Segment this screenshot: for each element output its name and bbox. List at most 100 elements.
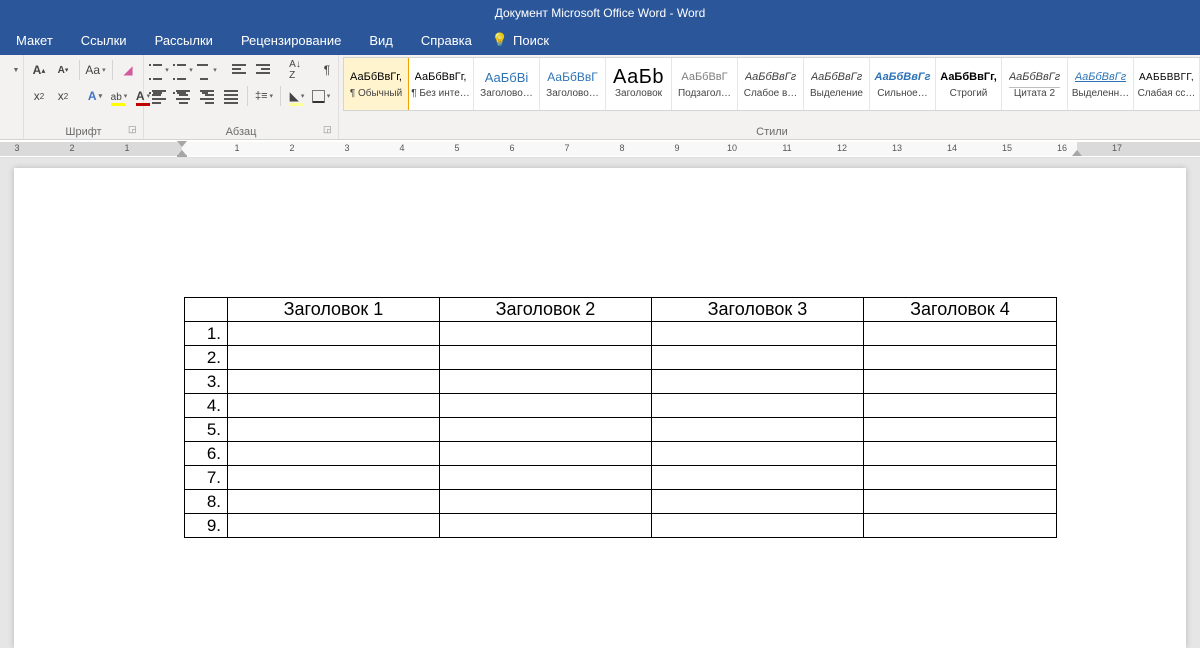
superscript-button[interactable]: x2 <box>52 85 74 107</box>
table-cell[interactable] <box>440 370 652 394</box>
tab-references[interactable]: Ссылки <box>67 25 141 55</box>
tab-help[interactable]: Справка <box>407 25 486 55</box>
table-cell[interactable] <box>652 466 864 490</box>
table-row[interactable]: 8. <box>185 490 1057 514</box>
table-row[interactable]: 2. <box>185 346 1057 370</box>
table-cell[interactable] <box>228 442 440 466</box>
style-item-10[interactable]: АаБбВвГгЦитата 2 <box>1002 58 1068 110</box>
table-cell[interactable] <box>228 514 440 538</box>
table-cell[interactable] <box>652 418 864 442</box>
row-number-cell[interactable]: 2. <box>185 346 228 370</box>
align-center-button[interactable] <box>172 85 194 107</box>
line-spacing-button[interactable]: ‡≡▾ <box>253 85 275 107</box>
align-right-button[interactable] <box>196 85 218 107</box>
table-row[interactable]: 1. <box>185 322 1057 346</box>
table-cell[interactable] <box>652 370 864 394</box>
bullets-button[interactable]: ▾ <box>148 59 170 81</box>
table-header-cell[interactable]: Заголовок 2 <box>440 298 652 322</box>
table-cell[interactable] <box>228 466 440 490</box>
table-header-cell[interactable]: Заголовок 3 <box>652 298 864 322</box>
first-line-indent-marker[interactable] <box>177 141 187 147</box>
decrease-font-button[interactable]: A▾ <box>52 59 74 81</box>
table-row[interactable]: 5. <box>185 418 1057 442</box>
table-cell[interactable] <box>440 346 652 370</box>
highlight-button[interactable]: ab▾ <box>108 85 130 107</box>
row-number-cell[interactable]: 1. <box>185 322 228 346</box>
row-number-cell[interactable]: 6. <box>185 442 228 466</box>
sort-button[interactable]: A↓Z <box>284 59 306 81</box>
table-cell[interactable] <box>864 466 1057 490</box>
row-number-cell[interactable]: 8. <box>185 490 228 514</box>
style-item-0[interactable]: АаБбВвГг,¶ Обычный <box>343 57 409 111</box>
table-row[interactable]: 7. <box>185 466 1057 490</box>
tab-layout[interactable]: Макет <box>2 25 67 55</box>
table-cell[interactable] <box>864 442 1057 466</box>
row-number-cell[interactable]: 3. <box>185 370 228 394</box>
table-cell[interactable] <box>652 394 864 418</box>
table-cell[interactable] <box>440 418 652 442</box>
row-number-cell[interactable]: 4. <box>185 394 228 418</box>
table-cell[interactable] <box>228 346 440 370</box>
table-cell[interactable] <box>228 490 440 514</box>
clear-formatting-button[interactable]: ◢ <box>117 59 139 81</box>
table-cell[interactable] <box>864 394 1057 418</box>
horizontal-ruler[interactable]: 3211234567891011121314151617 <box>0 140 1200 158</box>
align-left-button[interactable] <box>148 85 170 107</box>
table-cell[interactable] <box>440 322 652 346</box>
row-number-cell[interactable]: 5. <box>185 418 228 442</box>
style-item-8[interactable]: АаБбВвГгСильное… <box>870 58 936 110</box>
text-effects-button[interactable]: A▾ <box>84 85 106 107</box>
table-cell[interactable] <box>864 346 1057 370</box>
tell-me-search[interactable]: 💡 Поиск <box>492 32 549 48</box>
table-cell[interactable] <box>864 490 1057 514</box>
tab-mailings[interactable]: Рассылки <box>141 25 227 55</box>
table-cell[interactable] <box>652 442 864 466</box>
table-cell[interactable] <box>228 322 440 346</box>
table-header-row[interactable]: Заголовок 1Заголовок 2Заголовок 3Заголов… <box>185 298 1057 322</box>
style-item-6[interactable]: АаБбВвГгСлабое в… <box>738 58 804 110</box>
table-cell[interactable] <box>228 394 440 418</box>
table-cell[interactable] <box>440 514 652 538</box>
justify-button[interactable] <box>220 85 242 107</box>
table-cell[interactable] <box>864 514 1057 538</box>
style-item-7[interactable]: АаБбВвГгВыделение <box>804 58 870 110</box>
style-item-11[interactable]: АаБбВвГгВыделенн… <box>1068 58 1134 110</box>
table-row[interactable]: 9. <box>185 514 1057 538</box>
table-cell[interactable] <box>864 370 1057 394</box>
table-cell[interactable] <box>440 466 652 490</box>
table-header-cell[interactable]: Заголовок 4 <box>864 298 1057 322</box>
table-row[interactable]: 4. <box>185 394 1057 418</box>
change-case-button[interactable]: Aa▾ <box>85 59 107 81</box>
tab-review[interactable]: Рецензирование <box>227 25 355 55</box>
increase-font-button[interactable]: A▴ <box>28 59 50 81</box>
styles-gallery[interactable]: АаБбВвГг,¶ ОбычныйАаБбВвГг,¶ Без инте… Аа… <box>343 57 1200 111</box>
right-indent-marker[interactable] <box>1072 150 1082 156</box>
table-cell[interactable] <box>864 322 1057 346</box>
paste-dropdown[interactable]: ▼ <box>4 59 26 81</box>
style-item-4[interactable]: АаБbЗаголовок <box>606 58 672 110</box>
style-item-5[interactable]: АаБбВвГПодзагол… <box>672 58 738 110</box>
table-cell[interactable] <box>440 490 652 514</box>
table-cell[interactable] <box>652 346 864 370</box>
document-page[interactable]: Заголовок 1Заголовок 2Заголовок 3Заголов… <box>14 168 1186 648</box>
increase-indent-button[interactable] <box>252 59 274 81</box>
table-cell[interactable] <box>228 370 440 394</box>
row-number-cell[interactable]: 7. <box>185 466 228 490</box>
tab-view[interactable]: Вид <box>355 25 407 55</box>
style-item-3[interactable]: АаБбВвГЗаголово… <box>540 58 606 110</box>
table-cell[interactable] <box>652 514 864 538</box>
table-cell[interactable] <box>228 418 440 442</box>
font-dialog-launcher[interactable]: ◲ <box>128 124 140 136</box>
paragraph-dialog-launcher[interactable]: ◲ <box>323 124 335 136</box>
table-cell[interactable] <box>440 394 652 418</box>
table-cell[interactable] <box>864 418 1057 442</box>
numbering-button[interactable]: ▾ <box>172 59 194 81</box>
style-item-1[interactable]: АаБбВвГг,¶ Без инте… <box>408 58 474 110</box>
document-table[interactable]: Заголовок 1Заголовок 2Заголовок 3Заголов… <box>184 297 1057 538</box>
table-row[interactable]: 6. <box>185 442 1057 466</box>
table-header-cell[interactable]: Заголовок 1 <box>228 298 440 322</box>
shading-button[interactable]: ◣▾ <box>286 85 308 107</box>
borders-button[interactable]: ▾ <box>310 85 332 107</box>
table-cell[interactable] <box>652 490 864 514</box>
row-number-cell[interactable]: 9. <box>185 514 228 538</box>
